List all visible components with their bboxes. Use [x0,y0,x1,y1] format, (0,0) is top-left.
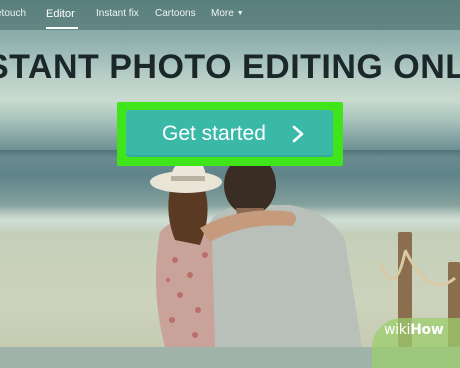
chevron-right-icon [292,125,304,143]
get-started-label: Get started [162,122,266,145]
nav-item-instant-fix[interactable]: Instant fix [96,0,139,30]
nav-item-more[interactable]: More ▼ [211,0,244,30]
nav-item-editor[interactable]: Editor [46,0,75,30]
nav-active-underline [46,27,78,29]
nav-item-more-label: More [211,8,234,19]
hero-headline: STANT PHOTO EDITING ONLI [0,48,460,86]
top-navigation-bar: etouch Editor Instant fix Cartoons More▼ [0,0,460,30]
nav-item-retouch[interactable]: etouch [0,0,26,30]
get-started-button[interactable]: Get started [126,110,333,157]
nav-item-cartoons[interactable]: Cartoons [155,0,196,30]
wikihow-watermark: wikiHow [384,322,444,338]
caret-down-icon: ▼ [236,10,244,17]
